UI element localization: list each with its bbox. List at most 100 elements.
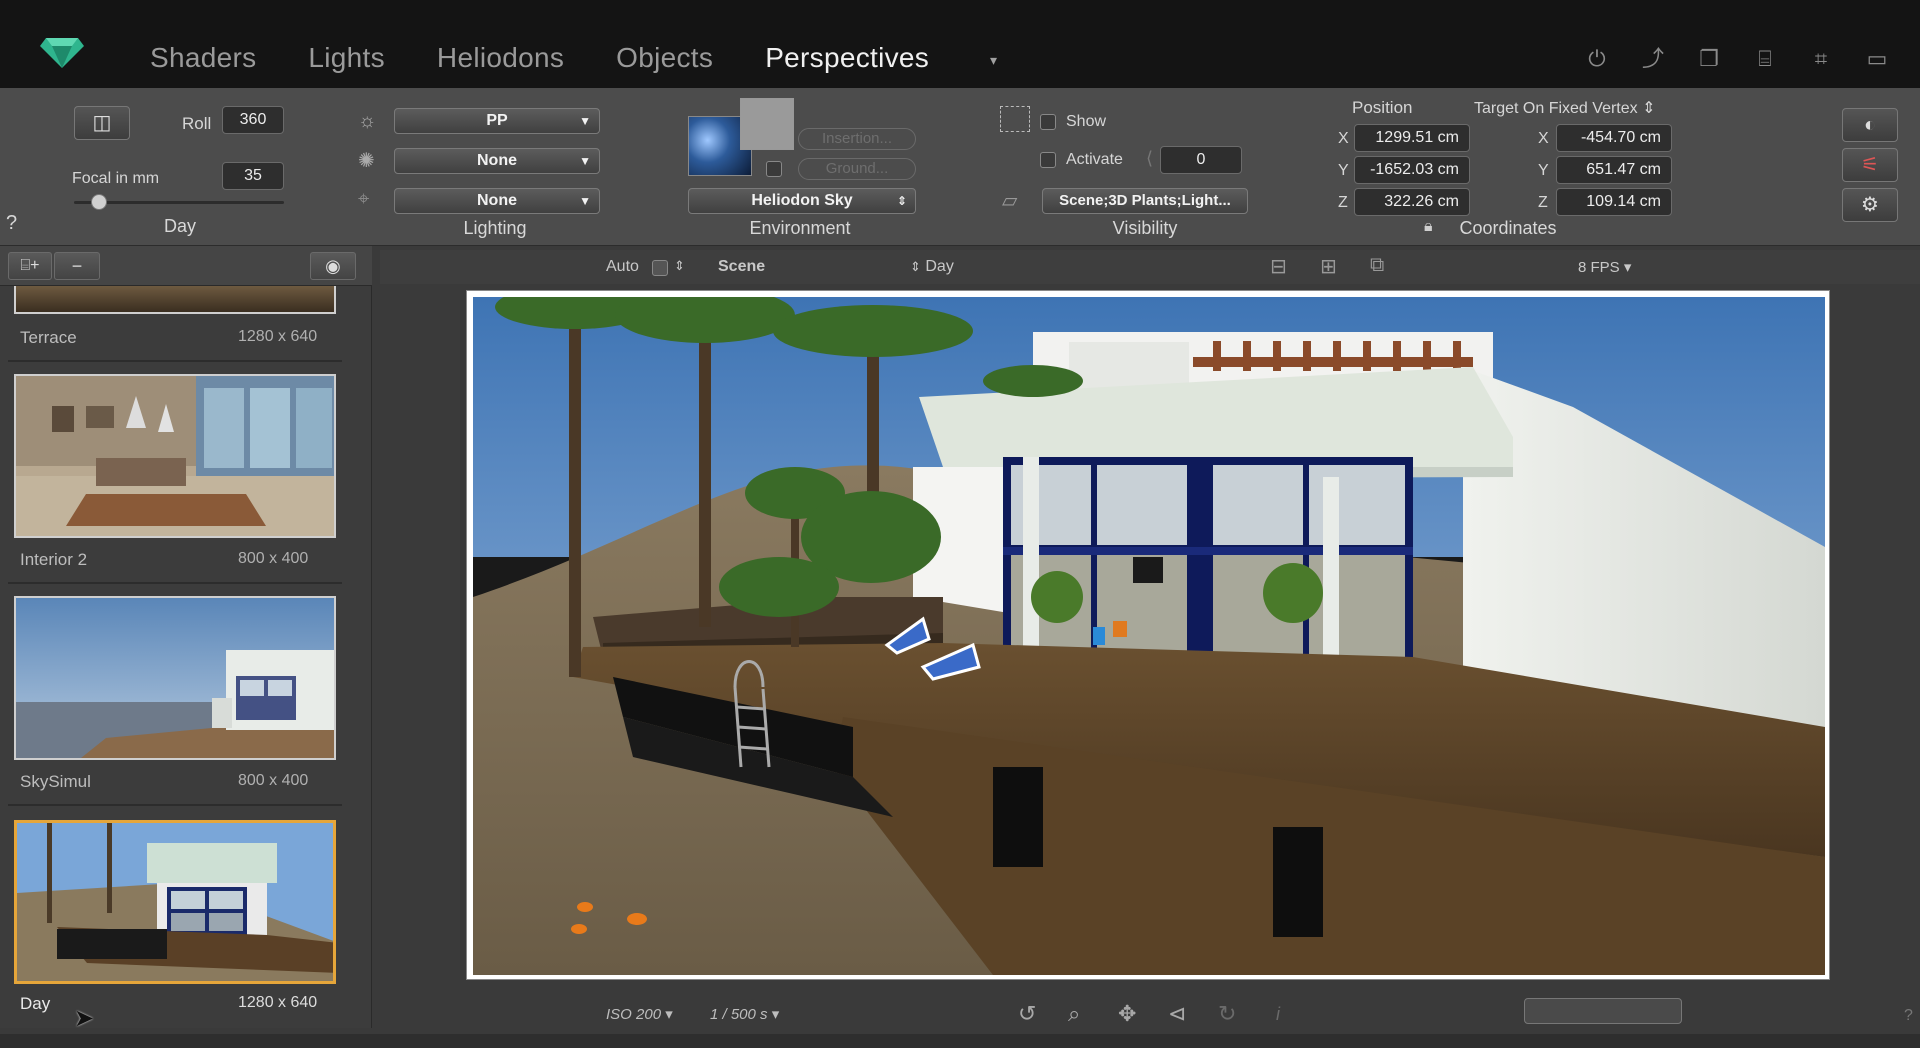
- add-perspective-camera-icon[interactable]: ⌸+: [8, 252, 52, 280]
- remove-perspective-button[interactable]: −: [54, 252, 100, 280]
- transform-icon[interactable]: ⤴: [1640, 48, 1666, 70]
- visibility-caption: Visibility: [1112, 218, 1178, 238]
- show-label: Show: [1066, 113, 1107, 130]
- target-z-label: Z: [1538, 194, 1548, 211]
- position-y-input[interactable]: -1652.03 cm: [1354, 156, 1470, 184]
- info-icon[interactable]: i: [1276, 1004, 1280, 1025]
- roll-label: Roll: [182, 114, 212, 133]
- zoom-icon[interactable]: ⌕: [1068, 1001, 1080, 1027]
- split-view-icon[interactable]: ⊟: [1270, 254, 1287, 279]
- visibility-eye-icon[interactable]: ◉: [310, 252, 356, 280]
- tab-lights[interactable]: Lights: [308, 42, 385, 74]
- iso-selector[interactable]: ISO 200 ▾: [606, 1005, 673, 1023]
- viewport-toolbar: Auto ⇕ Scene ⇕ Day ⊟ ⊞ ⧉ 8 FPS ▾: [380, 250, 1920, 284]
- scene-label[interactable]: Scene: [718, 258, 765, 276]
- list-item-size: 1280 x 640: [238, 328, 318, 345]
- position-x-label: X: [1338, 130, 1349, 147]
- list-item-name: Day: [20, 994, 51, 1013]
- position-label: Position: [1352, 98, 1413, 117]
- layers-icon: ▱: [1002, 190, 1018, 212]
- focal-input[interactable]: 35: [222, 162, 284, 190]
- target-y-input[interactable]: 651.47 cm: [1556, 156, 1672, 184]
- thumbnail-day[interactable]: [14, 820, 336, 984]
- walk-icon[interactable]: ⊲: [1168, 1001, 1186, 1027]
- tab-heliodons[interactable]: Heliodons: [437, 42, 564, 74]
- main-tabs: Shaders Lights Heliodons Objects Perspec…: [150, 42, 981, 74]
- list-item-size: 800 x 400: [238, 550, 309, 567]
- rendered-scene-image: [473, 297, 1825, 975]
- list-item-name: Terrace: [20, 328, 77, 347]
- pan-icon[interactable]: ✥: [1118, 1001, 1136, 1027]
- bulb-icon: ✺: [358, 150, 375, 172]
- insertion-button[interactable]: Insertion...: [798, 128, 916, 150]
- status-bar: [0, 1034, 1920, 1048]
- camera-icon[interactable]: ⌸: [1752, 48, 1778, 70]
- bulb-dropdown[interactable]: None ▼: [394, 148, 600, 174]
- list-item-size: 800 x 400: [238, 772, 309, 789]
- frame-icon: [1000, 106, 1030, 132]
- target-x-input[interactable]: -454.70 cm: [1556, 124, 1672, 152]
- list-divider: [8, 360, 342, 362]
- auto-stepper-icon[interactable]: ⇕: [674, 258, 685, 274]
- position-x-input[interactable]: 1299.51 cm: [1354, 124, 1470, 152]
- help-icon[interactable]: ?: [6, 212, 17, 235]
- thumbnail-skysimul[interactable]: [14, 596, 336, 760]
- lighting-caption: Lighting: [463, 218, 527, 238]
- rotate-right-icon[interactable]: ↻: [1218, 1001, 1236, 1027]
- ground-checkbox[interactable]: [766, 161, 782, 177]
- window-icon[interactable]: ❐: [1696, 48, 1722, 70]
- rotate-left-icon[interactable]: ↺: [1018, 1001, 1036, 1027]
- target-label[interactable]: Target On Fixed Vertex ⇕: [1474, 98, 1656, 118]
- activate-checkbox[interactable]: [1040, 152, 1056, 168]
- heliodon-selector[interactable]: ⇕ Day: [910, 258, 954, 276]
- thumbnail-terrace[interactable]: [14, 286, 336, 314]
- position-z-input[interactable]: 322.26 cm: [1354, 188, 1470, 216]
- app-logo-icon[interactable]: [38, 30, 86, 70]
- render-viewport[interactable]: [466, 290, 1830, 980]
- activate-input[interactable]: 0: [1160, 146, 1242, 174]
- list-divider: [8, 804, 342, 806]
- camera-mode-button[interactable]: ◫: [74, 106, 130, 140]
- render-mode-icon[interactable]: ◐: [1842, 108, 1898, 142]
- exposure-slider[interactable]: [1524, 998, 1682, 1024]
- auto-checkbox[interactable]: [652, 260, 668, 276]
- display-icon[interactable]: ▭: [1864, 48, 1890, 70]
- tabs-dropdown-icon[interactable]: ▾: [990, 52, 997, 69]
- help-icon-bottom[interactable]: ?: [1904, 1007, 1913, 1025]
- focal-slider-thumb[interactable]: [91, 194, 107, 210]
- fps-selector[interactable]: 8 FPS ▾: [1578, 258, 1631, 276]
- list-item-name: Interior 2: [20, 550, 88, 569]
- layers-dropdown[interactable]: Scene;3D Plants;Light...: [1042, 188, 1248, 214]
- target-z-input[interactable]: 109.14 cm: [1556, 188, 1672, 216]
- tab-objects[interactable]: Objects: [616, 42, 713, 74]
- day-preview-image: [17, 823, 333, 981]
- light-dropdown[interactable]: None ▼: [394, 188, 600, 214]
- focal-label: Focal in mm: [72, 170, 160, 187]
- show-checkbox[interactable]: [1040, 114, 1056, 130]
- list-divider: [8, 582, 342, 584]
- lock-icon[interactable]: 🔒︎: [1424, 218, 1433, 236]
- crop-icon[interactable]: ⌗: [1808, 48, 1834, 70]
- expand-view-icon[interactable]: ⧉: [1370, 254, 1384, 277]
- settings-gear-icon[interactable]: ⚙: [1842, 188, 1898, 222]
- fit-view-icon[interactable]: ⊞: [1320, 254, 1337, 279]
- environment-ground-swatch[interactable]: [740, 98, 794, 150]
- thumbnail-interior-2[interactable]: [14, 374, 336, 538]
- auto-label: Auto: [606, 258, 639, 275]
- sky-dropdown[interactable]: Heliodon Sky ⇕: [688, 188, 916, 214]
- power-icon[interactable]: ⏻: [1584, 48, 1610, 70]
- sun-dropdown[interactable]: PP ▼: [394, 108, 600, 134]
- activate-bracket-icon: ⟨: [1146, 148, 1154, 168]
- list-item-size: 1280 x 640: [238, 994, 318, 1011]
- target-y-label: Y: [1538, 162, 1549, 179]
- shutter-selector[interactable]: 1 / 500 s ▾: [710, 1005, 779, 1023]
- activate-label: Activate: [1066, 151, 1123, 168]
- ground-button[interactable]: Ground...: [798, 158, 916, 180]
- target-x-label: X: [1538, 130, 1549, 147]
- mouse-cursor-icon: ➤: [74, 1005, 95, 1032]
- tab-shaders[interactable]: Shaders: [150, 42, 256, 74]
- color-tools-icon[interactable]: ⚟: [1842, 148, 1898, 182]
- roll-input[interactable]: 360: [222, 106, 284, 134]
- tab-perspectives[interactable]: Perspectives: [765, 42, 929, 74]
- list-item-name: SkySimul: [20, 772, 91, 791]
